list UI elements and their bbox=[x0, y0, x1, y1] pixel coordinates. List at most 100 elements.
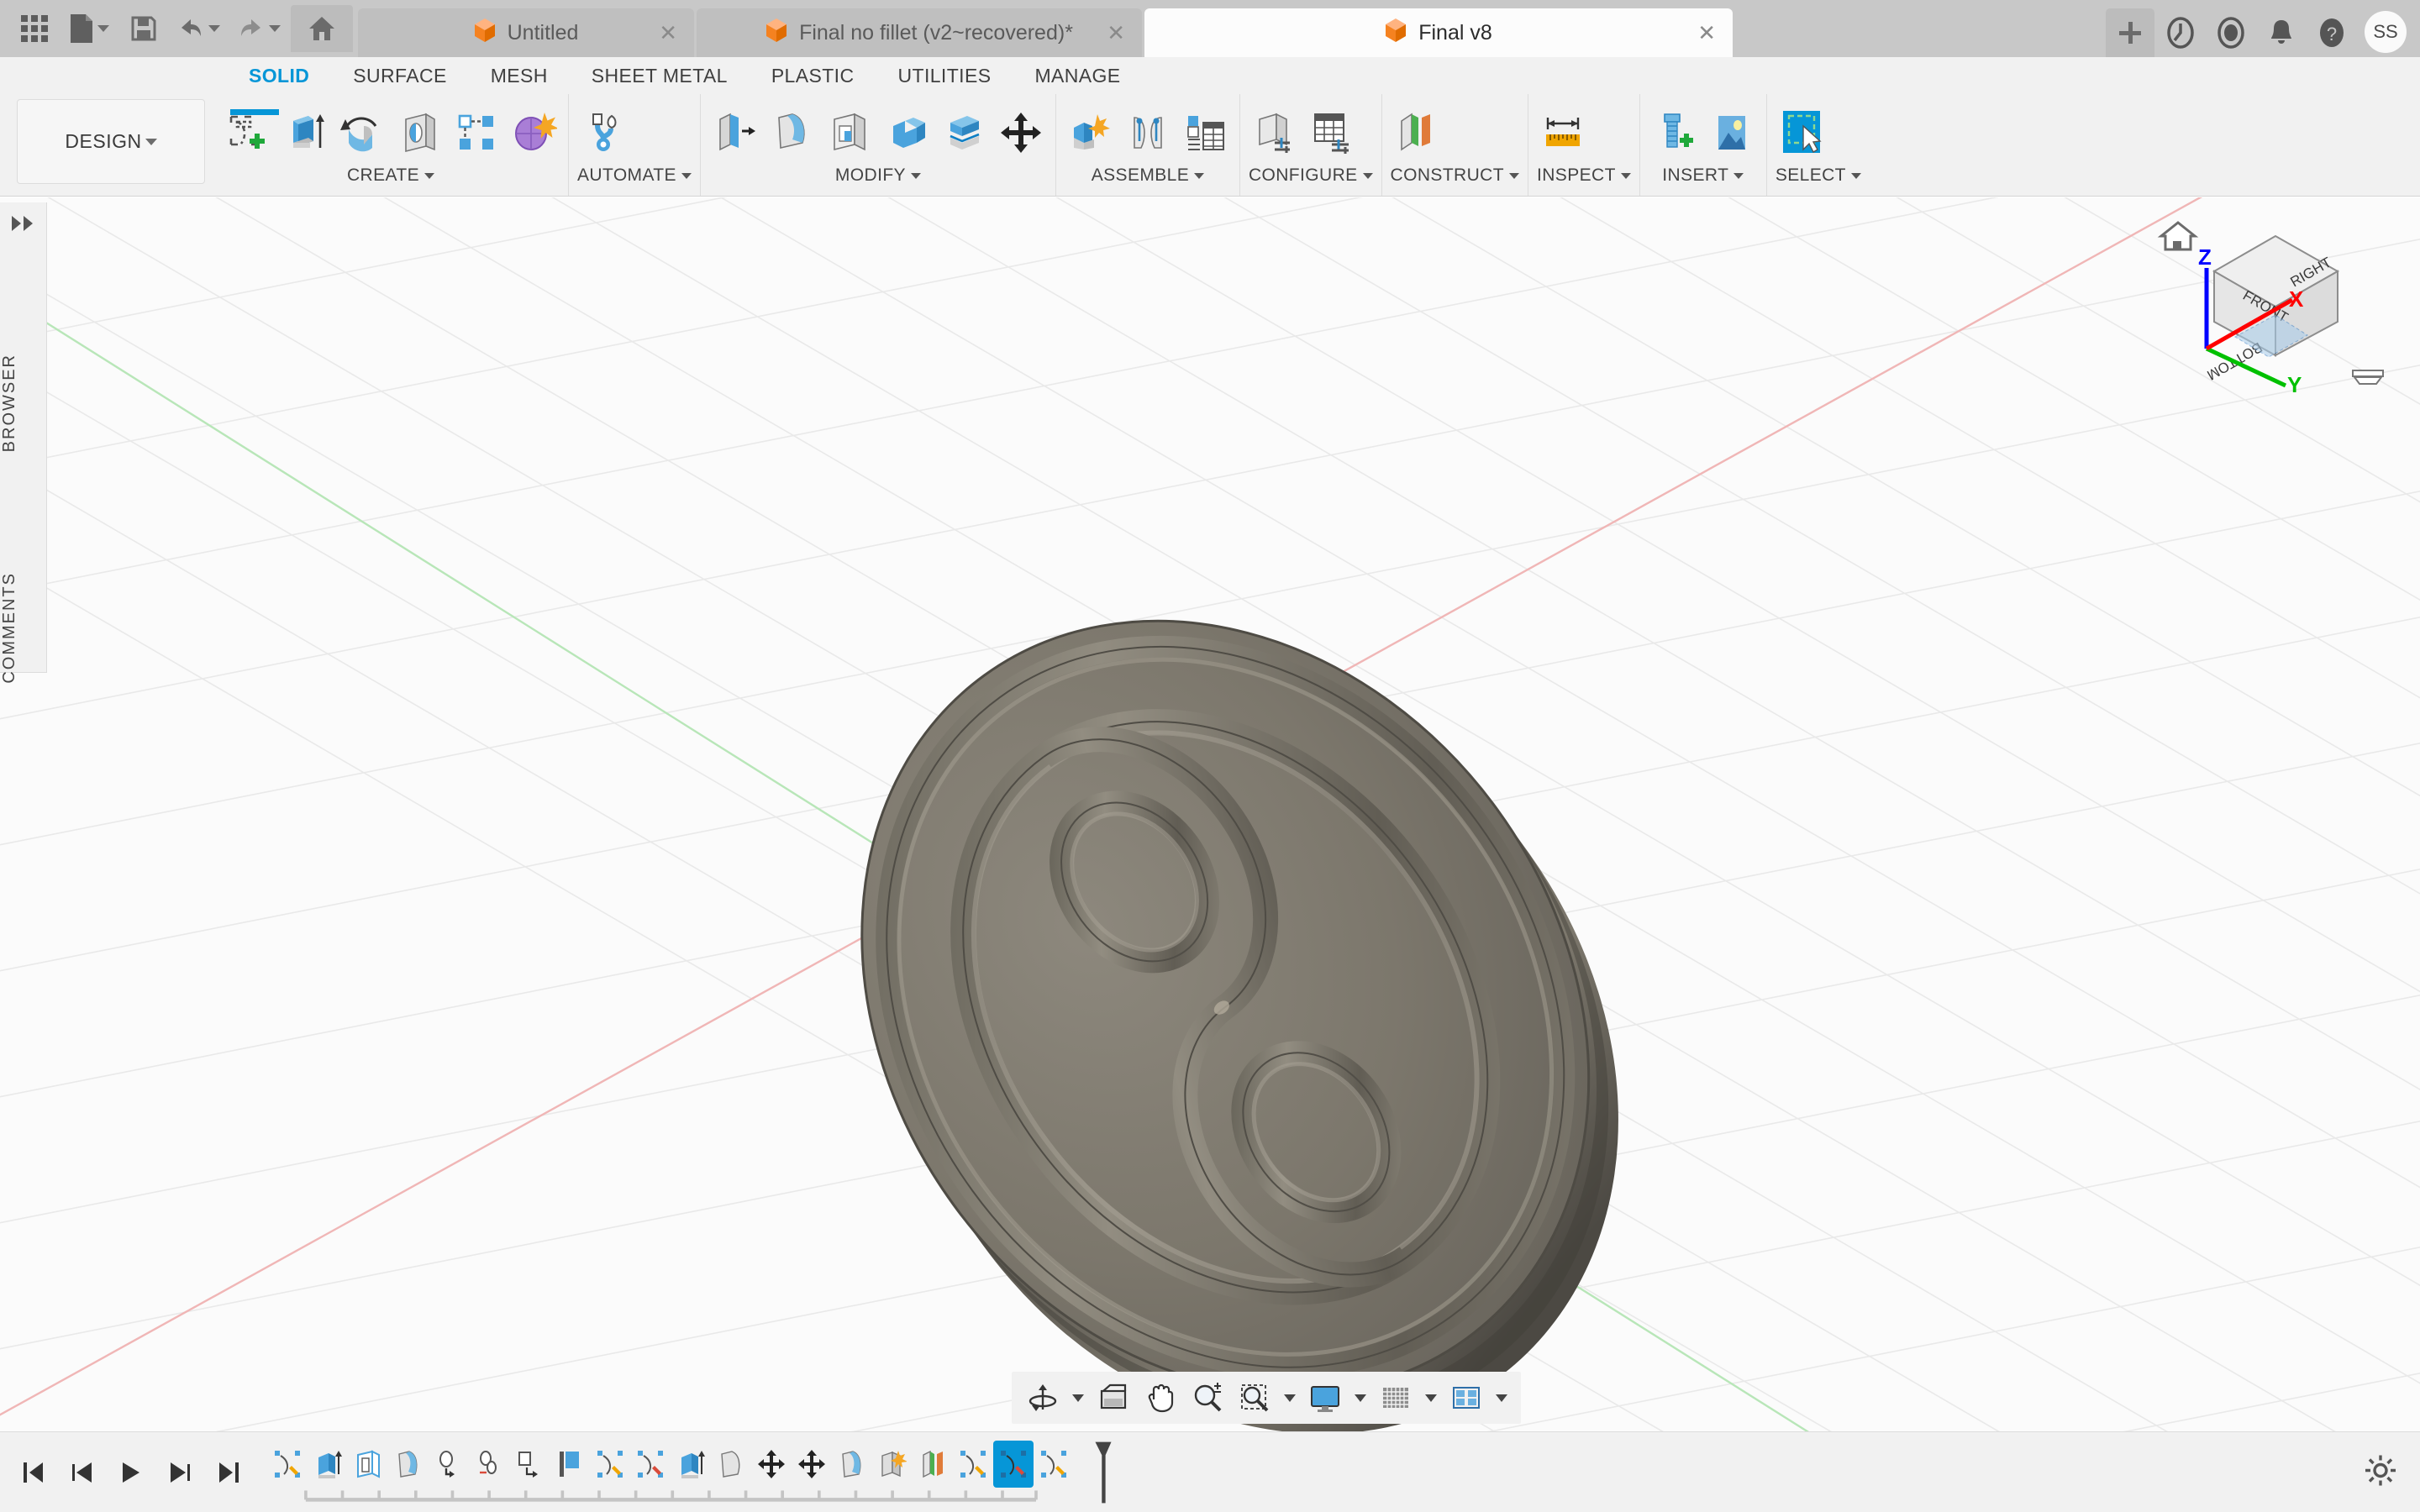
avatar[interactable]: SS bbox=[2365, 11, 2407, 53]
tab-sheet-metal[interactable]: SHEET METAL bbox=[570, 65, 750, 87]
orbit-icon[interactable] bbox=[1020, 1375, 1065, 1420]
panel-label-modify[interactable]: MODIFY bbox=[709, 165, 1047, 196]
timeline-feature-sketch-6[interactable] bbox=[1034, 1441, 1074, 1488]
panel-label-inspect[interactable]: INSPECT bbox=[1537, 165, 1631, 196]
viewcube-menu-icon[interactable] bbox=[2352, 370, 2384, 385]
sidebar-item-comments[interactable]: COMMENTS bbox=[0, 572, 47, 684]
step-back-icon[interactable] bbox=[66, 1452, 99, 1493]
chevron-down-icon[interactable] bbox=[1420, 1375, 1442, 1420]
double-chevron-right-icon[interactable] bbox=[0, 202, 46, 233]
create-form-icon[interactable] bbox=[508, 106, 560, 160]
tab-plastic[interactable]: PLASTIC bbox=[750, 65, 876, 87]
timeline-feature-shell-1[interactable] bbox=[348, 1441, 388, 1488]
press-pull-icon[interactable] bbox=[709, 106, 761, 160]
timeline-feature-extrude-1[interactable] bbox=[308, 1441, 348, 1488]
panel-label-construct[interactable]: CONSTRUCT bbox=[1391, 165, 1519, 196]
jump-to-beginning-icon[interactable] bbox=[17, 1452, 50, 1493]
pan-hand-icon[interactable] bbox=[1138, 1375, 1183, 1420]
tab-solid[interactable]: SOLID bbox=[227, 65, 331, 87]
home-icon[interactable] bbox=[291, 5, 353, 52]
viewcube[interactable]: FRONT RIGHT BOTTOM Z Y X bbox=[2151, 199, 2386, 397]
panel-label-configure[interactable]: CONFIGURE bbox=[1249, 165, 1373, 196]
look-at-icon[interactable] bbox=[1091, 1375, 1136, 1420]
bom-icon[interactable] bbox=[1179, 106, 1231, 160]
document-tab-final-no-fillet[interactable]: Final no fillet (v2~recovered)* ✕ bbox=[697, 8, 1142, 57]
tab-utilities[interactable]: UTILITIES bbox=[876, 65, 1013, 87]
close-icon[interactable]: ✕ bbox=[1107, 22, 1125, 44]
timeline-feature-hole-1[interactable] bbox=[429, 1441, 469, 1488]
timeline-feature-plane-1[interactable] bbox=[550, 1441, 590, 1488]
zoom-icon[interactable] bbox=[1185, 1375, 1230, 1420]
close-icon[interactable]: ✕ bbox=[659, 22, 677, 44]
insert-canvas-icon[interactable] bbox=[1706, 106, 1758, 160]
document-tab-untitled[interactable]: Untitled ✕ bbox=[358, 8, 694, 57]
configure-table-icon[interactable] bbox=[1306, 106, 1358, 160]
timeline-end-marker[interactable] bbox=[1092, 1436, 1114, 1509]
revolve-icon[interactable] bbox=[336, 106, 388, 160]
fillet-icon[interactable] bbox=[766, 106, 818, 160]
display-settings-monitor-icon[interactable] bbox=[1302, 1375, 1348, 1420]
close-icon[interactable]: ✕ bbox=[1697, 22, 1716, 44]
design-workspace-dropdown[interactable]: DESIGN bbox=[17, 99, 205, 184]
insert-mcmaster-icon[interactable] bbox=[1649, 106, 1701, 160]
jump-to-end-icon[interactable] bbox=[212, 1452, 245, 1493]
step-forward-icon[interactable] bbox=[163, 1452, 197, 1493]
pattern-icon[interactable] bbox=[450, 106, 502, 160]
timeline-feature-extrude-2[interactable] bbox=[671, 1441, 711, 1488]
panel-label-automate[interactable]: AUTOMATE bbox=[577, 165, 692, 196]
sidebar-item-browser[interactable]: BROWSER bbox=[0, 354, 47, 452]
measure-ruler-icon[interactable] bbox=[1537, 106, 1589, 160]
document-tab-final-v8[interactable]: Final v8 ✕ bbox=[1144, 8, 1733, 57]
play-icon[interactable] bbox=[114, 1452, 148, 1493]
timeline-feature-thread-1[interactable] bbox=[469, 1441, 509, 1488]
timeline-feature-form-1[interactable] bbox=[872, 1441, 913, 1488]
tab-manage[interactable]: MANAGE bbox=[1013, 65, 1142, 87]
panel-label-create[interactable]: CREATE bbox=[222, 165, 560, 196]
chevron-down-icon[interactable] bbox=[1067, 1375, 1089, 1420]
split-face-icon[interactable] bbox=[938, 106, 990, 160]
panel-label-insert[interactable]: INSERT bbox=[1649, 165, 1758, 196]
redo-icon[interactable] bbox=[230, 5, 287, 52]
timeline-feature-sketch-5-selected[interactable] bbox=[993, 1440, 1034, 1488]
timeline-feature-sketch-1[interactable] bbox=[267, 1441, 308, 1488]
new-component-icon[interactable] bbox=[1065, 106, 1117, 160]
grid-snaps-icon[interactable] bbox=[1373, 1375, 1418, 1420]
timeline-feature-sketch-3[interactable] bbox=[630, 1441, 671, 1488]
undo-icon[interactable] bbox=[170, 5, 227, 52]
timeline-feature-sketch-2[interactable] bbox=[590, 1441, 630, 1488]
timeline-feature-fillet-1[interactable] bbox=[388, 1441, 429, 1488]
timeline-feature-construct-1[interactable] bbox=[913, 1441, 953, 1488]
tab-surface[interactable]: SURFACE bbox=[331, 65, 468, 87]
new-tab-plus-icon[interactable] bbox=[2106, 8, 2154, 57]
timeline-feature-fillet-2[interactable] bbox=[711, 1441, 751, 1488]
viewport-canvas[interactable]: FRONT RIGHT BOTTOM Z Y X bbox=[0, 197, 2420, 1432]
chevron-down-icon[interactable] bbox=[1349, 1375, 1371, 1420]
timeline-settings-gear-icon[interactable] bbox=[2363, 1452, 2398, 1492]
timeline-feature-sketch-4[interactable] bbox=[953, 1441, 993, 1488]
create-sketch-icon[interactable] bbox=[222, 106, 279, 160]
select-cursor-icon[interactable] bbox=[1776, 106, 1828, 160]
app-grid-icon[interactable] bbox=[12, 5, 57, 52]
chevron-down-icon[interactable] bbox=[1279, 1375, 1301, 1420]
timeline-track[interactable] bbox=[267, 1432, 1112, 1512]
viewcube-home-icon[interactable] bbox=[2157, 221, 2199, 251]
automate-icon[interactable] bbox=[577, 106, 629, 160]
panel-label-select[interactable]: SELECT bbox=[1776, 165, 1861, 196]
tab-mesh[interactable]: MESH bbox=[469, 65, 570, 87]
joint-icon[interactable] bbox=[1122, 106, 1174, 160]
recent-activity-clock-icon[interactable] bbox=[2207, 8, 2255, 57]
zoom-window-icon[interactable] bbox=[1232, 1375, 1277, 1420]
timeline-feature-fillet-3[interactable] bbox=[832, 1441, 872, 1488]
help-question-icon[interactable]: ? bbox=[2307, 8, 2356, 57]
panel-label-assemble[interactable]: ASSEMBLE bbox=[1065, 165, 1231, 196]
notifications-bell-icon[interactable] bbox=[2257, 8, 2306, 57]
file-menu-button[interactable] bbox=[60, 5, 118, 52]
viewports-icon[interactable] bbox=[1444, 1375, 1489, 1420]
extrude-icon[interactable] bbox=[279, 106, 331, 160]
save-icon[interactable] bbox=[121, 5, 166, 52]
timeline-feature-move-2[interactable] bbox=[792, 1441, 832, 1488]
hole-icon[interactable] bbox=[393, 106, 445, 160]
configure-model-icon[interactable] bbox=[1249, 106, 1301, 160]
move-copy-icon[interactable] bbox=[995, 106, 1047, 160]
timeline-feature-chamfer-1[interactable] bbox=[509, 1441, 550, 1488]
